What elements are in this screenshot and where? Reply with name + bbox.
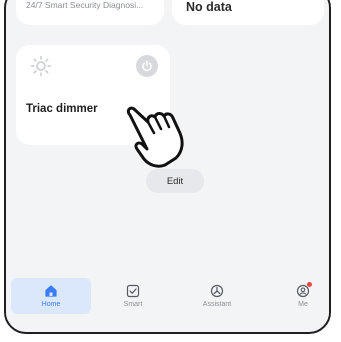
energy-card-value: No data [186, 0, 232, 14]
checkbox-icon [126, 284, 140, 298]
power-button[interactable] [136, 55, 158, 77]
nav-home-label: Home [41, 301, 61, 308]
nav-me[interactable]: Me [268, 278, 329, 314]
edit-button[interactable]: Edit [146, 169, 204, 193]
notification-dot [307, 282, 312, 287]
home-icon [45, 285, 57, 297]
nav-me-label: Me [298, 301, 308, 308]
nav-smart-label: Smart [123, 301, 143, 308]
pointing-hand-icon [126, 106, 184, 168]
phone-frame: 24/7 Smart Security Diagnosi... No data [4, 0, 331, 334]
power-icon [142, 60, 152, 72]
nav-assistant-label: Assistant [202, 301, 232, 308]
nav-home[interactable]: Home [11, 278, 91, 314]
security-card-subtitle: 24/7 Smart Security Diagnosi... [26, 0, 144, 10]
energy-card[interactable]: No data [172, 0, 324, 25]
nav-assistant[interactable]: Assistant [182, 278, 252, 314]
bottom-nav: Home Smart Assistant Me [6, 278, 329, 321]
nav-smart[interactable]: Smart [98, 278, 168, 314]
assistant-icon [210, 284, 224, 298]
security-card[interactable]: 24/7 Smart Security Diagnosi... [16, 0, 164, 25]
sun-icon [30, 55, 52, 77]
profile-icon-wrapper [296, 282, 312, 298]
device-name: Triac dimmer [26, 103, 98, 115]
